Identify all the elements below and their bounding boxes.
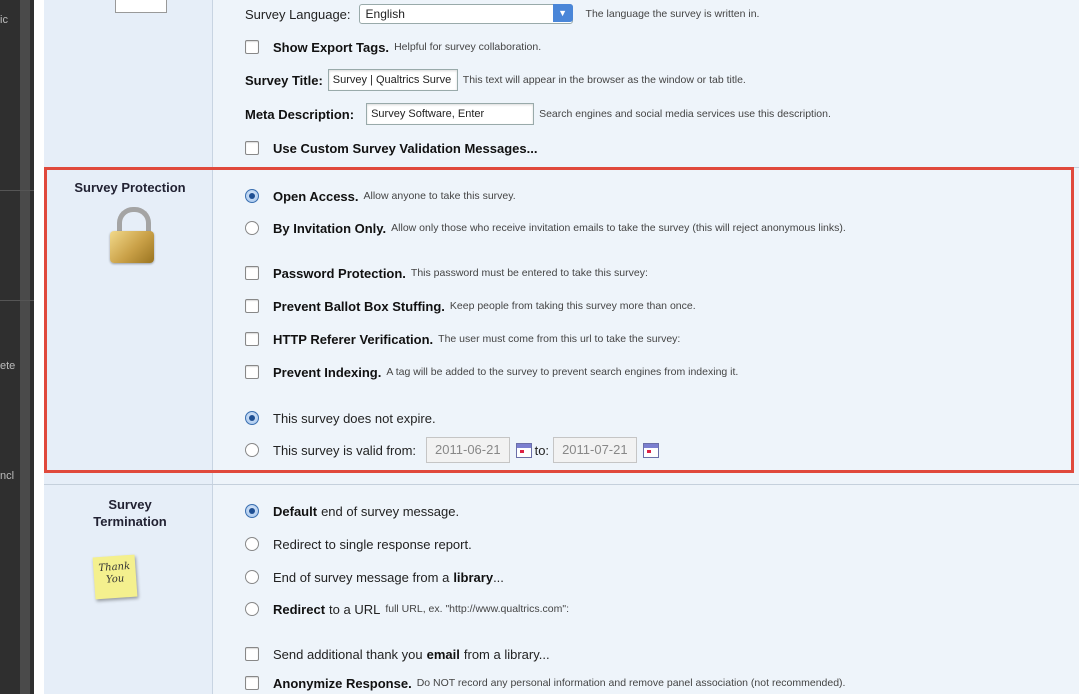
valid-from-label: This survey is valid from: [273,442,417,458]
redirect-url-radio[interactable] [245,602,259,616]
default-message-bold: Default [273,503,318,519]
show-export-tags-label: Show Export Tags. [273,39,390,55]
ballot-stuffing-checkbox[interactable] [245,299,259,313]
open-access-radio[interactable] [245,189,259,203]
library-message-bold: library [453,569,494,585]
survey-title-help: This text will appear in the browser as … [462,74,746,86]
redirect-report-label: Redirect to single response report. [273,536,472,552]
referer-verification-checkbox[interactable] [245,332,259,346]
redirect-url-text: to a URL [329,601,381,617]
sidebar-divider [0,300,34,301]
default-message-radio[interactable] [245,504,259,518]
library-message-radio[interactable] [245,570,259,584]
default-message-row: Default end of survey message. [245,500,459,522]
survey-termination-heading-line2: Termination [93,514,167,529]
valid-range-radio[interactable] [245,443,259,457]
survey-language-row: Survey Language: English ▼ The language … [245,3,759,25]
meta-description-row: Meta Description: Survey Software, Enter… [245,103,831,125]
thankyou-email-suffix: from a library... [463,646,550,662]
padlock-icon [110,207,154,263]
redirect-url-help: full URL, ex. "http://www.qualtrics.com"… [385,603,570,615]
thankyou-email-row: Send additional thank you email from a l… [245,643,550,665]
custom-validation-checkbox[interactable] [245,141,259,155]
valid-from-date-input[interactable]: 2011-06-21 [426,437,510,463]
library-message-prefix: End of survey message from a [273,569,450,585]
redirect-report-radio[interactable] [245,537,259,551]
ballot-stuffing-help: Keep people from taking this survey more… [449,300,696,312]
column-divider [212,0,213,694]
password-protection-label: Password Protection. [273,265,406,281]
prevent-indexing-help: A tag will be added to the survey to pre… [386,366,739,378]
general-section-icon [115,0,167,13]
ballot-stuffing-label: Prevent Ballot Box Stuffing. [273,298,445,314]
sidebar-cut-label: ncl [0,470,15,482]
calendar-icon[interactable] [515,442,532,458]
survey-title-input[interactable]: Survey | Qualtrics Surve [327,69,458,91]
valid-range-row: This survey is valid from: 2011-06-21 to… [245,436,659,464]
by-invitation-help: Allow only those who receive invitation … [391,222,846,234]
prevent-indexing-label: Prevent Indexing. [273,364,382,380]
sidebar-scroll-edge [20,0,30,694]
open-access-label: Open Access. [273,188,359,204]
meta-description-help: Search engines and social media services… [539,108,831,120]
library-message-row: End of survey message from a library ... [245,566,504,588]
anonymize-checkbox[interactable] [245,676,259,690]
password-protection-help: This password must be entered to take th… [410,267,648,279]
meta-description-input[interactable]: Survey Software, Enter [366,103,535,125]
no-expire-row: This survey does not expire. [245,407,436,429]
survey-title-label: Survey Title: [245,72,323,88]
sidebar-cut-label: ic [0,14,8,26]
by-invitation-label: By Invitation Only. [273,220,387,236]
anonymize-help: Do NOT record any personal information a… [416,677,846,689]
redirect-url-bold: Redirect [273,601,326,617]
section-separator [44,167,1079,168]
thankyou-email-bold: email [426,646,460,662]
thank-you-note-icon: Thank You [92,554,138,600]
dropdown-arrow-icon[interactable]: ▼ [552,4,573,22]
calendar-icon[interactable] [642,442,659,458]
open-access-help: Allow anyone to take this survey. [363,190,516,202]
to-label: to: [534,442,550,458]
sidebar-cut-label: ete [0,360,16,372]
no-expire-label: This survey does not expire. [273,410,436,426]
show-export-tags-help: Helpful for survey collaboration. [394,41,542,53]
by-invitation-row: By Invitation Only. Allow only those who… [245,217,846,239]
section-separator [44,484,1079,485]
referer-verification-row: HTTP Referer Verification. The user must… [245,328,680,350]
anonymize-row: Anonymize Response. Do NOT record any pe… [245,672,845,694]
by-invitation-radio[interactable] [245,221,259,235]
survey-termination-heading: Survey Termination [52,496,208,530]
custom-validation-label: Use Custom Survey Validation Messages... [273,140,538,156]
library-message-suffix: ... [493,569,504,585]
thankyou-email-prefix: Send additional thank you [273,646,423,662]
anonymize-label: Anonymize Response. [273,675,412,691]
custom-validation-row: Use Custom Survey Validation Messages... [245,137,537,159]
survey-language-label: Survey Language: [245,6,351,22]
password-protection-row: Password Protection. This password must … [245,262,648,284]
sidebar-divider [0,190,34,191]
referer-verification-label: HTTP Referer Verification. [273,331,434,347]
no-expire-radio[interactable] [245,411,259,425]
prevent-indexing-checkbox[interactable] [245,365,259,379]
meta-description-label: Meta Description: [245,106,355,122]
prevent-indexing-row: Prevent Indexing. A tag will be added to… [245,361,738,383]
survey-termination-heading-line1: Survey [108,497,152,512]
thankyou-email-checkbox[interactable] [245,647,259,661]
show-export-tags-row: Show Export Tags. Helpful for survey col… [245,36,541,58]
survey-language-value: English [365,7,405,21]
survey-protection-heading: Survey Protection [74,180,186,195]
referer-verification-help: The user must come from this url to take… [438,333,681,345]
survey-language-select[interactable]: English ▼ [358,4,573,24]
left-sidebar-strip: ic ete ncl [0,0,34,694]
show-export-tags-checkbox[interactable] [245,40,259,54]
password-protection-checkbox[interactable] [245,266,259,280]
survey-title-row: Survey Title: Survey | Qualtrics Surve T… [245,69,746,91]
valid-to-date-input[interactable]: 2011-07-21 [553,437,637,463]
redirect-report-row: Redirect to single response report. [245,533,472,555]
redirect-url-row: Redirect to a URL full URL, ex. "http://… [245,598,569,620]
default-message-text: end of survey message. [321,503,460,519]
ballot-stuffing-row: Prevent Ballot Box Stuffing. Keep people… [245,295,696,317]
survey-language-help: The language the survey is written in. [585,8,760,20]
open-access-row: Open Access. Allow anyone to take this s… [245,185,516,207]
